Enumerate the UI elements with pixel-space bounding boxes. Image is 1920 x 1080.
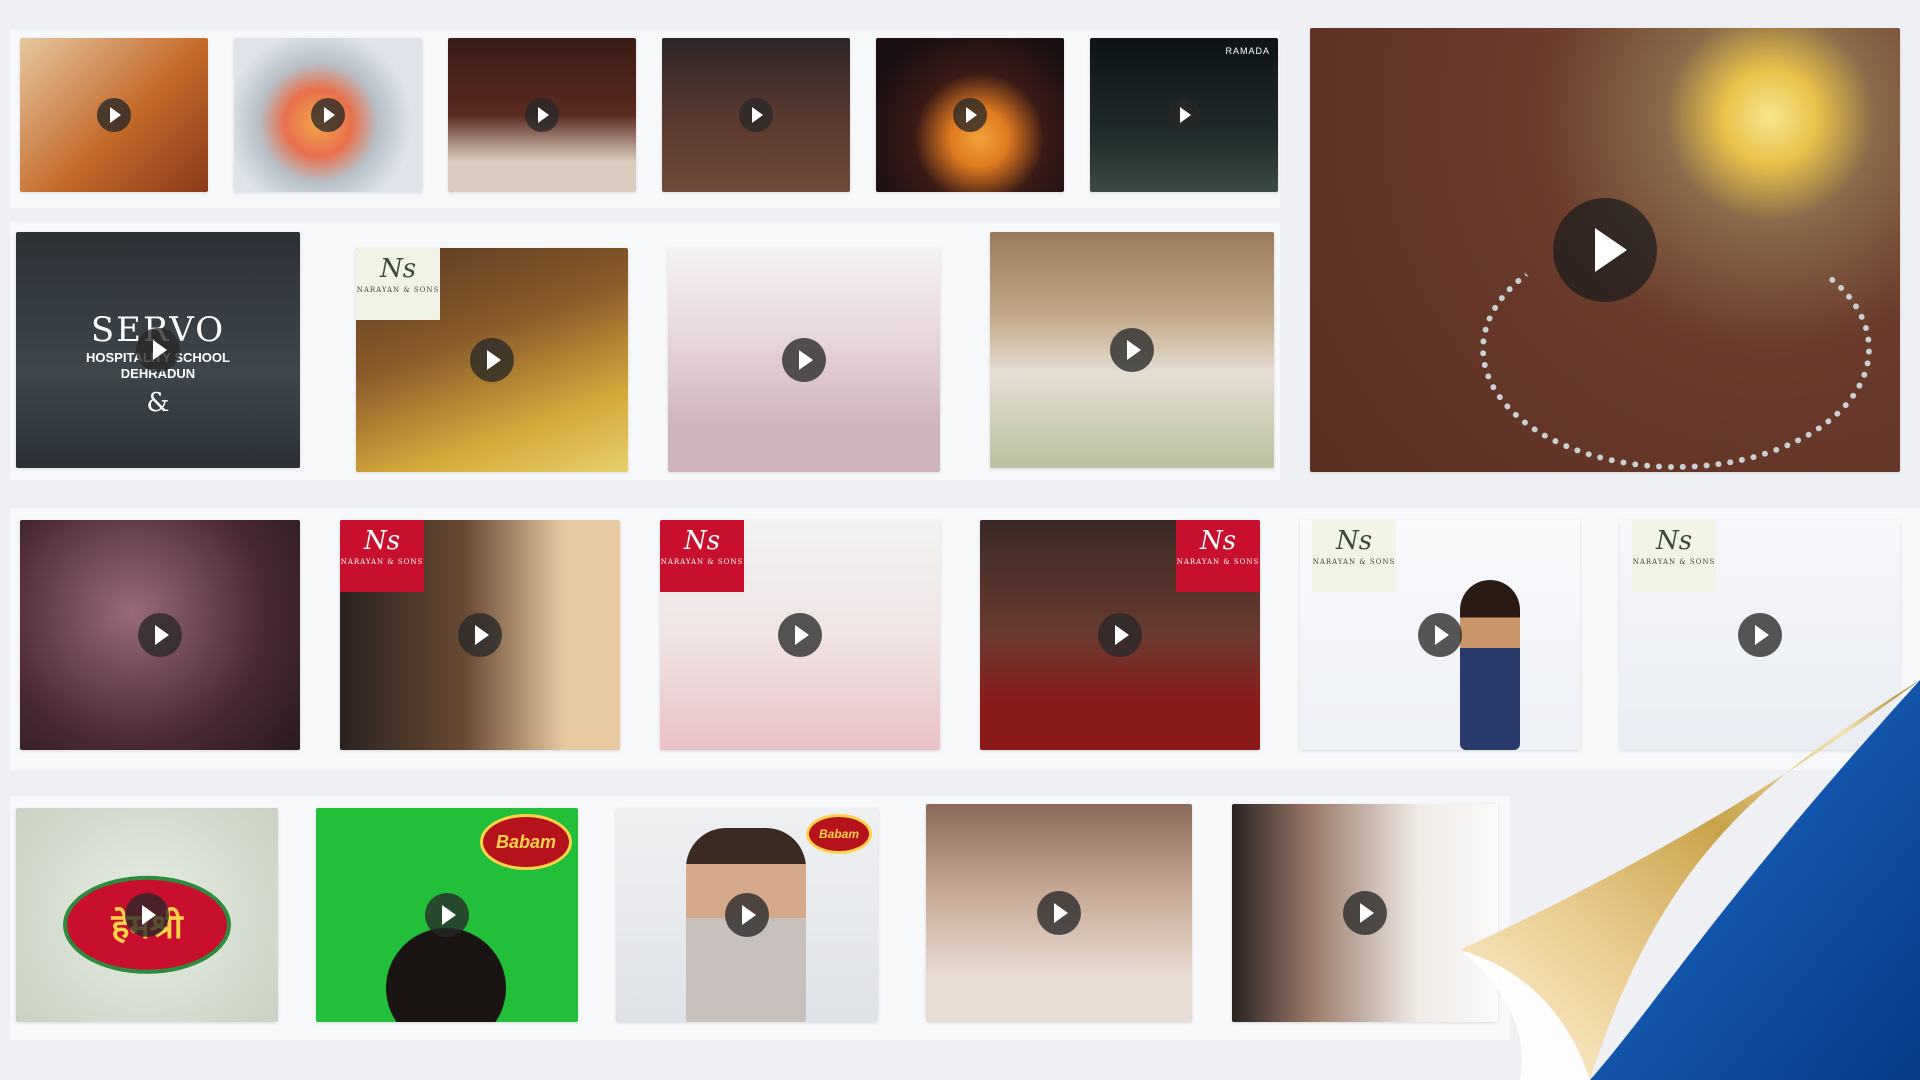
narayan-sons-logo: Ns NARAYAN & SONS [340,520,424,592]
play-icon[interactable] [458,613,502,657]
play-icon[interactable] [1037,891,1081,935]
play-icon[interactable] [953,98,987,132]
featured-video-jewelry[interactable] [1310,28,1900,472]
person-hair [386,928,506,1022]
play-icon[interactable] [136,328,180,372]
play-icon[interactable] [125,893,169,937]
video-thumb-noodles[interactable] [20,38,208,192]
play-icon[interactable] [311,98,345,132]
necklace-graphic [1480,228,1872,470]
video-thumb-pink-dress[interactable]: Ns NARAYAN & SONS [660,520,940,750]
play-icon[interactable] [470,338,514,382]
narayan-sons-logo: Ns NARAYAN & SONS [1176,520,1260,592]
video-thumb-cooking[interactable] [990,232,1274,468]
video-thumb-saree-back[interactable]: Ns NARAYAN & SONS [356,248,628,472]
play-icon[interactable] [725,893,769,937]
video-thumb-servo[interactable]: SERVO HOSPITALITY SCHOOL DEHRADUN & [16,232,300,468]
play-icon[interactable] [138,613,182,657]
video-thumb-woman-eyes[interactable] [1232,804,1498,1022]
play-icon[interactable] [739,98,773,132]
video-thumb-lehenga-pink[interactable] [668,248,940,472]
babam-logo: Babam [806,814,872,854]
video-thumb-grilled-meat[interactable] [662,38,850,192]
play-icon[interactable] [1343,891,1387,935]
narayan-sons-logo: Ns NARAYAN & SONS [1312,520,1396,592]
video-thumb-bride-red[interactable]: Ns NARAYAN & SONS [980,520,1260,750]
video-thumb-woman-face[interactable] [926,804,1192,1022]
play-icon[interactable] [425,893,469,937]
play-icon[interactable] [97,98,131,132]
play-icon[interactable] [525,98,559,132]
play-icon[interactable] [1110,328,1154,372]
narayan-sons-logo: Ns NARAYAN & SONS [1632,520,1716,592]
play-icon[interactable] [778,613,822,657]
video-thumb-cocktail[interactable] [234,38,422,192]
video-thumb-bride-hair[interactable]: Ns NARAYAN & SONS [340,520,620,750]
ramada-logo: RAMADA [1225,46,1270,56]
play-icon[interactable] [1418,613,1462,657]
play-icon[interactable] [782,338,826,382]
play-icon[interactable] [1553,198,1657,302]
narayan-sons-logo: Ns NARAYAN & SONS [660,520,744,592]
video-thumb-green-screen[interactable]: Babam [316,808,578,1022]
video-thumb-ns-intro[interactable] [20,520,300,750]
video-thumb-man-cough[interactable]: Babam [616,808,878,1022]
video-thumb-pastry[interactable] [876,38,1064,192]
video-thumb-dessert-plate[interactable] [448,38,636,192]
play-icon[interactable] [1167,98,1201,132]
babam-logo: Babam [480,814,572,870]
page-curl-icon[interactable] [1460,600,1920,1080]
play-icon[interactable] [1098,613,1142,657]
video-thumb-hemshri[interactable]: हेमश्री [16,808,278,1022]
video-thumb-ramada[interactable]: RAMADA [1090,38,1278,192]
narayan-sons-logo: Ns NARAYAN & SONS [356,248,440,320]
